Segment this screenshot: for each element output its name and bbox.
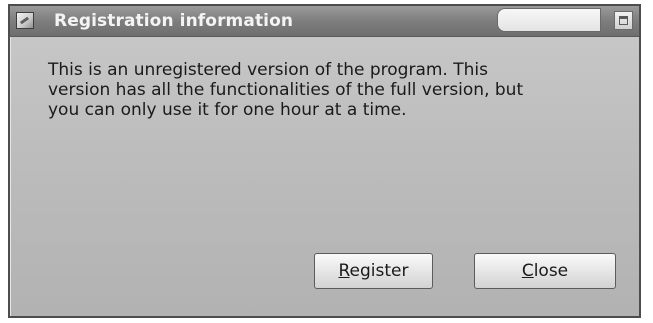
registration-message: This is an unregistered version of the p… [48, 60, 524, 120]
register-label-rest: egister [349, 261, 409, 281]
title-bar-decoration [497, 8, 601, 32]
registration-dialog: Registration information This is an unre… [8, 4, 641, 318]
register-mnemonic: R [338, 261, 350, 281]
close-label-rest: lose [533, 261, 569, 281]
close-mnemonic: C [521, 261, 534, 281]
window-title: Registration information [54, 11, 294, 31]
title-bar[interactable]: Registration information [10, 6, 639, 37]
register-button[interactable]: Register [314, 253, 433, 289]
registration-app-icon [16, 12, 34, 29]
maximize-button[interactable] [614, 11, 633, 30]
close-button[interactable]: Close [474, 253, 616, 289]
